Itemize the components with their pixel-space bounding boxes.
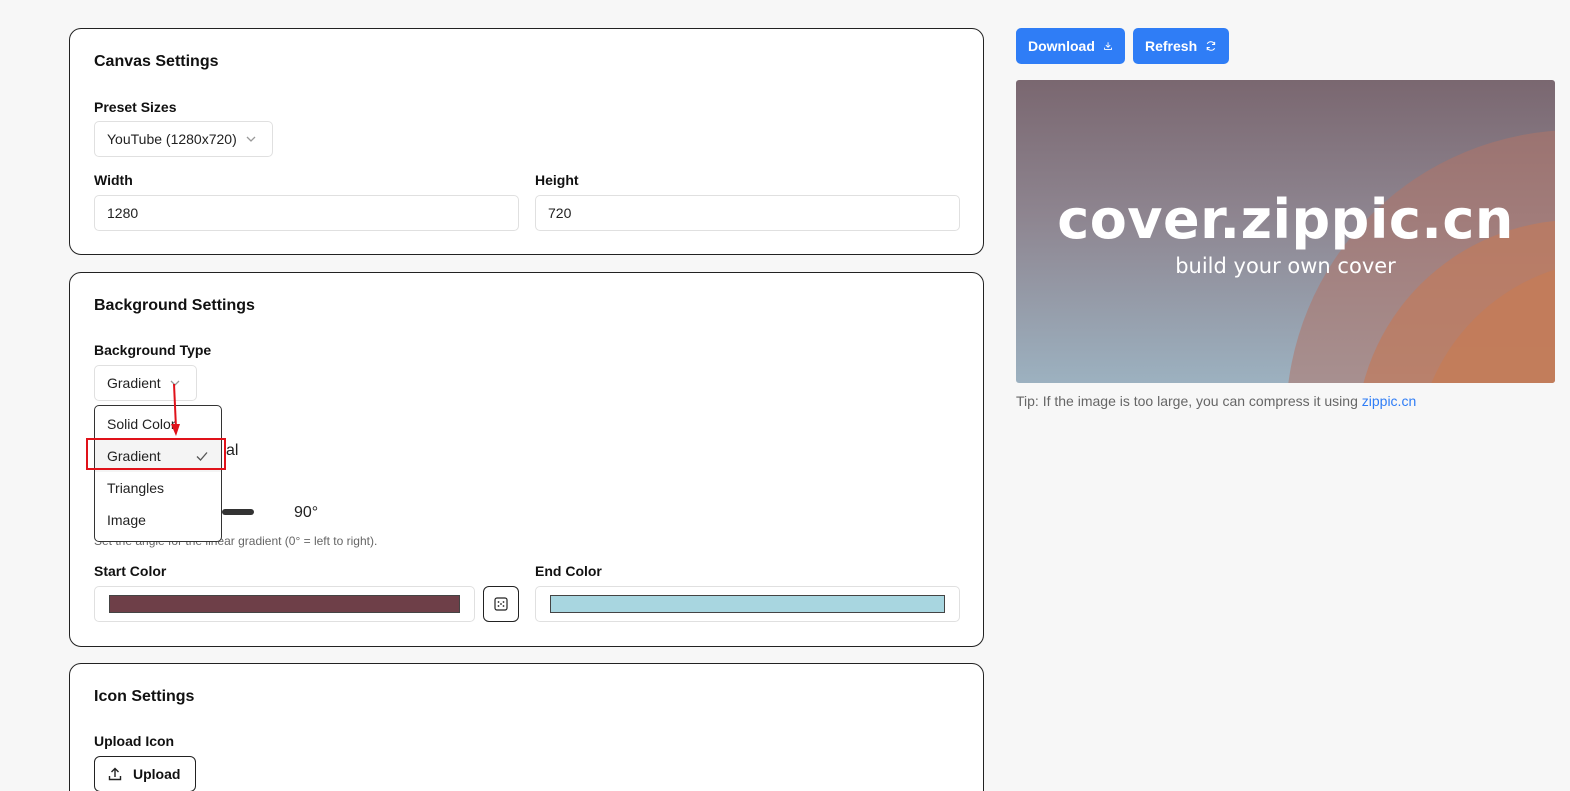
option-label: Triangles xyxy=(107,480,165,496)
preset-sizes-select[interactable]: YouTube (1280x720) xyxy=(94,121,273,157)
dropdown-option-image[interactable]: Image xyxy=(95,504,221,536)
tip-message: Tip: If the image is too large, you can … xyxy=(1016,393,1362,409)
refresh-icon xyxy=(1206,41,1216,51)
start-color-swatch xyxy=(109,595,460,613)
height-input[interactable]: 720 xyxy=(535,195,960,231)
option-label: Solid Color xyxy=(107,416,176,432)
dropdown-option-solid-color[interactable]: Solid Color xyxy=(95,408,221,440)
download-button[interactable]: Download xyxy=(1016,28,1125,64)
icon-settings-card: Icon Settings Upload Icon Upload xyxy=(69,663,984,791)
upload-button-label: Upload xyxy=(133,766,181,782)
option-label: Gradient xyxy=(107,448,161,464)
background-type-value: Gradient xyxy=(107,375,161,391)
canvas-settings-title: Canvas Settings xyxy=(94,53,219,70)
width-label: Width xyxy=(94,172,133,188)
gradient-type-text: al xyxy=(226,442,239,459)
canvas-settings-card: Canvas Settings Preset Sizes YouTube (12… xyxy=(69,28,984,255)
icon-settings-title: Icon Settings xyxy=(94,688,195,705)
upload-icon-label: Upload Icon xyxy=(94,733,175,749)
cover-preview: cover.zippic.cn build your own cover xyxy=(1016,80,1555,383)
zippic-link[interactable]: zippic.cn xyxy=(1362,393,1416,409)
option-label: Image xyxy=(107,512,146,528)
download-icon xyxy=(1104,42,1112,50)
check-icon xyxy=(196,452,208,461)
start-color-label: Start Color xyxy=(94,563,167,579)
preview-subtitle: build your own cover xyxy=(1175,254,1396,278)
height-label: Height xyxy=(535,172,579,188)
background-settings-title: Background Settings xyxy=(94,297,255,314)
preset-sizes-value: YouTube (1280x720) xyxy=(107,131,237,147)
upload-button[interactable]: Upload xyxy=(94,756,196,791)
start-color-input[interactable] xyxy=(94,586,475,622)
annotation-arrow-icon xyxy=(171,383,180,436)
refresh-label: Refresh xyxy=(1145,38,1198,54)
angle-slider[interactable] xyxy=(222,509,254,515)
palette-icon xyxy=(494,597,508,611)
width-input[interactable]: 1280 xyxy=(94,195,519,231)
background-settings-card: Background Settings Background Type Grad… xyxy=(69,272,984,647)
angle-value: 90° xyxy=(294,504,319,521)
background-type-label: Background Type xyxy=(94,342,212,358)
upload-icon xyxy=(108,767,122,781)
dropdown-option-triangles[interactable]: Triangles xyxy=(95,472,221,504)
end-color-swatch xyxy=(550,595,945,613)
preset-sizes-label: Preset Sizes xyxy=(94,99,177,115)
page: Canvas Settings Preset Sizes YouTube (12… xyxy=(0,0,1570,791)
chevron-down-icon xyxy=(245,133,257,145)
color-picker-button[interactable] xyxy=(483,586,519,622)
end-color-input[interactable] xyxy=(535,586,960,622)
download-label: Download xyxy=(1028,38,1095,54)
tip-text: Tip: If the image is too large, you can … xyxy=(1016,393,1416,409)
dropdown-option-gradient[interactable]: Gradient xyxy=(95,440,221,472)
end-color-label: End Color xyxy=(535,563,602,579)
background-type-dropdown: Solid Color Gradient Triangles Image xyxy=(94,405,222,542)
refresh-button[interactable]: Refresh xyxy=(1133,28,1229,64)
preview-title: cover.zippic.cn xyxy=(1057,188,1514,251)
